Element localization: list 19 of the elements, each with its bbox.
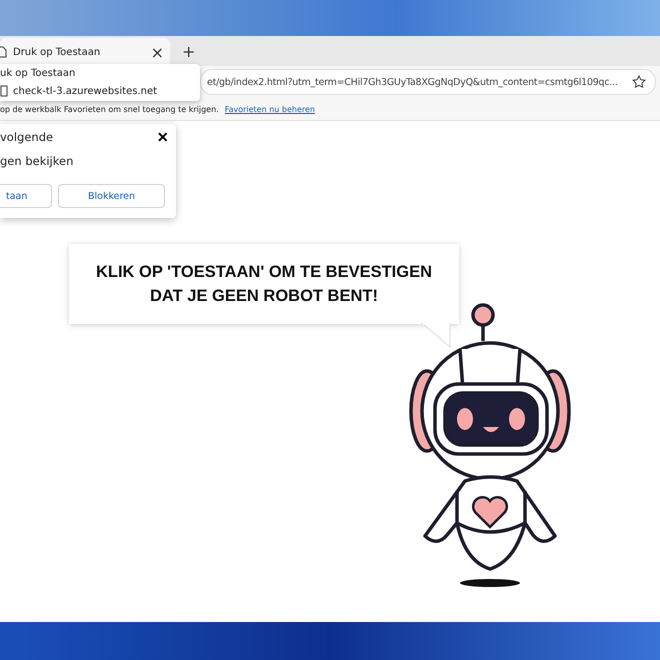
- favorites-bar-message: op de werkbalk Favorieten om snel toegang te krijgen.: [0, 104, 219, 114]
- address-field[interactable]: et/gb/index2.html?utm_term=CHil7Gh3GUyTa8XGgNqDyQ&utm_content=csmtg6l109qc...: [200, 69, 656, 95]
- close-tab-button[interactable]: ×: [144, 42, 170, 62]
- page-icon: [0, 85, 8, 97]
- tab-title: Druk op Toestaan: [13, 46, 102, 58]
- tooltip-host: check-tl-3.azurewebsites.net: [13, 86, 158, 96]
- block-button[interactable]: Blokkeren: [58, 184, 165, 208]
- tooltip-title: uk op Toestaan: [0, 68, 76, 79]
- page-icon: [0, 46, 7, 58]
- bubble-text: DAT JE GEEN ROBOT BENT!: [149, 286, 379, 307]
- popup-text: gen bekijken: [0, 154, 74, 168]
- star-icon[interactable]: [631, 74, 647, 90]
- close-button[interactable]: ×: [157, 128, 168, 146]
- bubble-text: KLIK OP 'TOESTAAN' OM TE BEVESTIGEN: [94, 262, 434, 283]
- browser-tab[interactable]: Druk op Toestaan ×: [0, 38, 170, 66]
- popup-title: volgende: [0, 130, 54, 144]
- manage-favorites-link[interactable]: Favorieten nu beheren: [224, 104, 315, 114]
- allow-button[interactable]: taan: [0, 184, 52, 208]
- new-tab-button[interactable]: +: [176, 42, 202, 60]
